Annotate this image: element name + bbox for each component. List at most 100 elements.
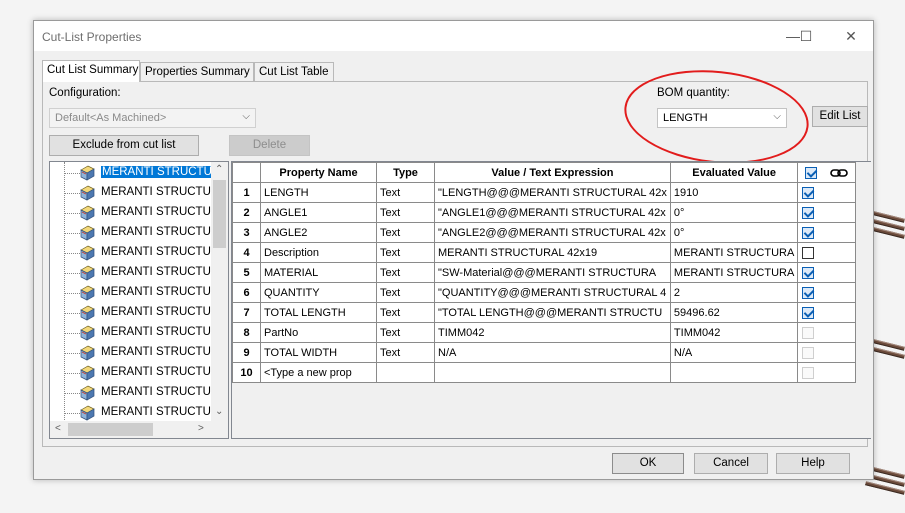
- property-name-cell[interactable]: LENGTH: [260, 182, 377, 203]
- tree-vertical-scrollbar[interactable]: ⌃ ⌄: [211, 162, 228, 422]
- table-row[interactable]: 5 MATERIAL Text "SW-Material@@@MERANTI STRU…: [232, 262, 857, 283]
- help-button[interactable]: Help: [776, 453, 850, 474]
- table-row[interactable]: 1 LENGTH Text "LENGTH@@@MERANTI STRUCTURAL …: [232, 182, 857, 203]
- tree-item[interactable]: MERANTI STRUCTURAL: [50, 163, 212, 183]
- maximize-icon[interactable]: ☐: [792, 25, 820, 47]
- close-icon[interactable]: ✕: [837, 25, 865, 47]
- type-cell[interactable]: Text: [376, 342, 435, 363]
- column-header-type[interactable]: Type: [376, 162, 435, 183]
- column-header-include[interactable]: [797, 162, 857, 183]
- tree-item[interactable]: MERANTI STRUCTURAL: [50, 403, 212, 423]
- include-cell[interactable]: [797, 242, 857, 263]
- table-row[interactable]: 4 Description Text MERANTI STRUCTURAL 42x19…: [232, 242, 857, 263]
- scroll-right-icon[interactable]: >: [198, 423, 204, 434]
- value-cell[interactable]: "SW-Material@@@MERANTI STRUCTURA: [434, 262, 671, 283]
- tree-item[interactable]: MERANTI STRUCTURAL: [50, 343, 212, 363]
- type-cell[interactable]: Text: [376, 322, 435, 343]
- row-number[interactable]: 4: [232, 242, 261, 263]
- row-number[interactable]: 2: [232, 202, 261, 223]
- column-header-evaluated-value[interactable]: Evaluated Value: [669, 162, 799, 183]
- tree-item[interactable]: MERANTI STRUCTURAL: [50, 223, 212, 243]
- table-row[interactable]: 6 QUANTITY Text "QUANTITY@@@MERANTI STRUCTU…: [232, 282, 857, 303]
- type-cell[interactable]: Text: [376, 262, 435, 283]
- include-cell[interactable]: [797, 282, 857, 303]
- exclude-from-cut-list-button[interactable]: Exclude from cut list: [49, 135, 199, 156]
- include-cell[interactable]: [797, 322, 857, 343]
- value-cell[interactable]: "LENGTH@@@MERANTI STRUCTURAL 42x: [434, 182, 671, 203]
- include-cell[interactable]: [797, 262, 857, 283]
- include-checkbox[interactable]: [802, 226, 815, 239]
- include-checkbox[interactable]: [802, 306, 815, 319]
- value-cell[interactable]: MERANTI STRUCTURAL 42x19: [434, 242, 671, 263]
- type-cell[interactable]: Text: [376, 182, 435, 203]
- table-row[interactable]: 8 PartNo Text TIMM042 TIMM042: [232, 322, 857, 343]
- include-checkbox[interactable]: [802, 346, 815, 359]
- tree-item[interactable]: MERANTI STRUCTURAL: [50, 263, 212, 283]
- include-cell[interactable]: [797, 202, 857, 223]
- row-number[interactable]: 5: [232, 262, 261, 283]
- tree-horizontal-scroll-thumb[interactable]: [68, 423, 153, 436]
- value-cell[interactable]: [434, 362, 671, 383]
- property-name-cell[interactable]: PartNo: [260, 322, 377, 343]
- tree-horizontal-scrollbar[interactable]: < >: [50, 421, 213, 438]
- table-row[interactable]: 2 ANGLE1 Text "ANGLE1@@@MERANTI STRUCTURAL …: [232, 202, 857, 223]
- type-cell[interactable]: Text: [376, 242, 435, 263]
- bom-quantity-select[interactable]: LENGTH ⌵: [657, 108, 787, 128]
- scroll-left-icon[interactable]: <: [55, 423, 61, 434]
- tree-item[interactable]: MERANTI STRUCTURAL: [50, 323, 212, 343]
- row-number[interactable]: 3: [232, 222, 261, 243]
- tree-item[interactable]: MERANTI STRUCTURAL: [50, 303, 212, 323]
- cut-list-tree[interactable]: ⌃ ⌄ < > MERANTI STRUCTURAL MERANTI STRUCT…: [49, 161, 229, 439]
- scroll-up-icon[interactable]: ⌃: [215, 164, 223, 175]
- tree-item[interactable]: MERANTI STRUCTURAL: [50, 183, 212, 203]
- property-name-cell[interactable]: ANGLE1: [260, 202, 377, 223]
- include-checkbox[interactable]: [802, 326, 815, 339]
- include-checkbox[interactable]: [802, 366, 815, 379]
- include-checkbox[interactable]: [802, 266, 815, 279]
- row-number[interactable]: 6: [232, 282, 261, 303]
- table-row[interactable]: 10 <Type a new prop: [232, 362, 857, 383]
- value-cell[interactable]: TIMM042: [434, 322, 671, 343]
- value-cell[interactable]: "ANGLE1@@@MERANTI STRUCTURAL 42x: [434, 202, 671, 223]
- tab-cut-list-table[interactable]: Cut List Table: [254, 62, 334, 81]
- ok-button[interactable]: OK: [612, 453, 684, 474]
- delete-button[interactable]: Delete: [229, 135, 310, 156]
- property-name-cell[interactable]: Description: [260, 242, 377, 263]
- column-header-value[interactable]: Value / Text Expression: [434, 162, 671, 183]
- property-name-cell[interactable]: <Type a new prop: [260, 362, 377, 383]
- table-row[interactable]: 3 ANGLE2 Text "ANGLE2@@@MERANTI STRUCTURAL …: [232, 222, 857, 243]
- property-name-cell[interactable]: QUANTITY: [260, 282, 377, 303]
- row-number[interactable]: 10: [232, 362, 261, 383]
- row-number[interactable]: 9: [232, 342, 261, 363]
- tab-properties-summary[interactable]: Properties Summary: [140, 62, 254, 81]
- edit-list-button[interactable]: Edit List: [812, 106, 868, 127]
- cancel-button[interactable]: Cancel: [694, 453, 768, 474]
- value-cell[interactable]: "ANGLE2@@@MERANTI STRUCTURAL 42x: [434, 222, 671, 243]
- tree-vertical-scroll-thumb[interactable]: [213, 180, 226, 248]
- tree-item[interactable]: MERANTI STRUCTURAL: [50, 363, 212, 383]
- link-icon[interactable]: [830, 168, 849, 178]
- type-cell[interactable]: Text: [376, 222, 435, 243]
- property-name-cell[interactable]: ANGLE2: [260, 222, 377, 243]
- tree-item[interactable]: MERANTI STRUCTURAL: [50, 283, 212, 303]
- checkbox-icon[interactable]: [805, 166, 818, 179]
- tree-item[interactable]: MERANTI STRUCTURAL: [50, 383, 212, 403]
- configuration-select[interactable]: Default<As Machined> ⌵: [49, 108, 256, 128]
- table-row[interactable]: 9 TOTAL WIDTH Text N/A N/A: [232, 342, 857, 363]
- type-cell[interactable]: Text: [376, 202, 435, 223]
- property-name-cell[interactable]: TOTAL LENGTH: [260, 302, 377, 323]
- include-checkbox[interactable]: [802, 186, 815, 199]
- type-cell[interactable]: Text: [376, 302, 435, 323]
- include-checkbox[interactable]: [802, 286, 815, 299]
- row-number[interactable]: 8: [232, 322, 261, 343]
- property-name-cell[interactable]: TOTAL WIDTH: [260, 342, 377, 363]
- row-number[interactable]: 7: [232, 302, 261, 323]
- value-cell[interactable]: N/A: [434, 342, 671, 363]
- value-cell[interactable]: "QUANTITY@@@MERANTI STRUCTURAL 4: [434, 282, 671, 303]
- include-checkbox[interactable]: [802, 206, 815, 219]
- scroll-down-icon[interactable]: ⌄: [215, 406, 223, 417]
- include-cell[interactable]: [797, 222, 857, 243]
- include-cell[interactable]: [797, 302, 857, 323]
- include-cell[interactable]: [797, 342, 857, 363]
- row-number[interactable]: 1: [232, 182, 261, 203]
